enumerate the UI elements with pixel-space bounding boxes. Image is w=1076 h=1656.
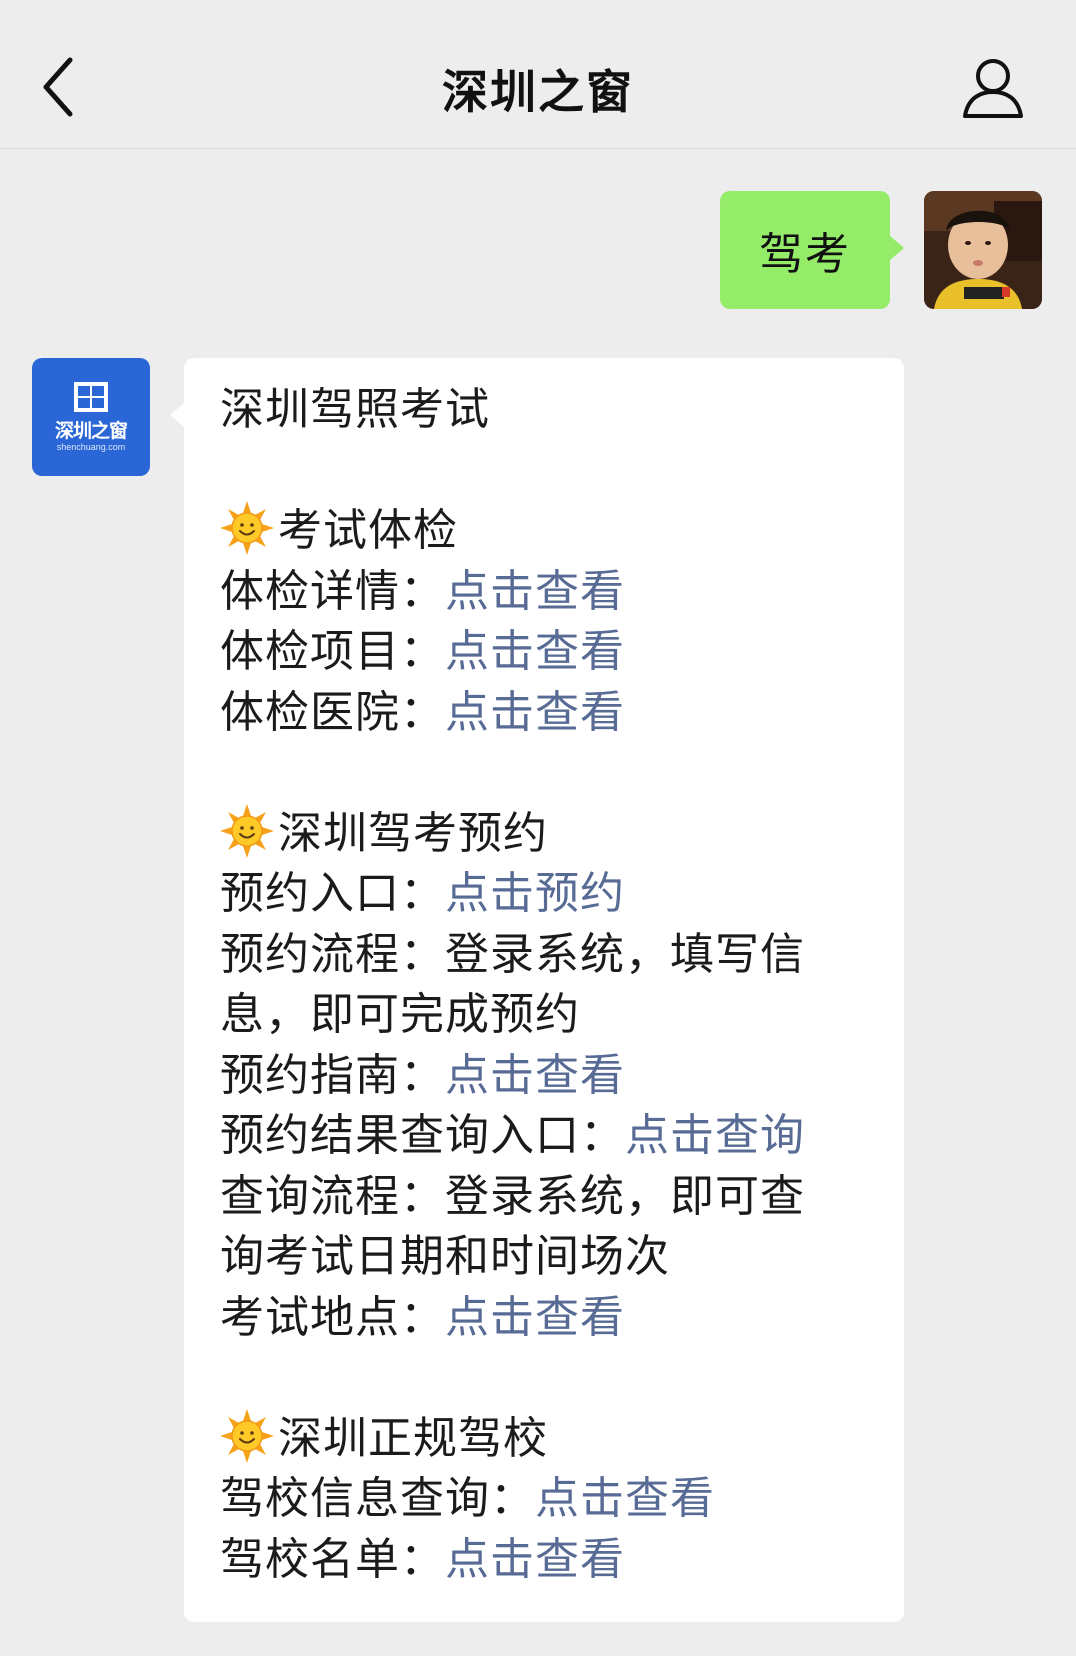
user-avatar[interactable] xyxy=(924,191,1042,309)
bot-avatar[interactable]: 深圳之窗 shenchuang.com xyxy=(32,358,150,476)
list-item: 询考试日期和时间场次 xyxy=(220,1231,670,1282)
section-heading: 考试体检 xyxy=(220,501,880,562)
list-item: 预约流程：登录系统，填写信 xyxy=(220,928,805,980)
link-exam-checkup-hospitals[interactable]: 点击查看 xyxy=(445,687,625,738)
bot-logo-domain: shenchuang.com xyxy=(56,442,126,452)
incoming-message: 深圳驾照考试 考试体检 体检详情：点击查看 体检项目：点击查看 体检医院：点击查… xyxy=(170,358,904,1622)
list-item: 预约入口：点击预约 xyxy=(220,868,625,919)
link-exam-checkup-items[interactable]: 点击查看 xyxy=(445,626,625,677)
message-body: 深圳驾照考试 考试体检 体检详情：点击查看 体检项目：点击查看 体检医院：点击查… xyxy=(220,380,880,1590)
list-item: 息，即可完成预约 xyxy=(220,989,580,1040)
sun-emoji-icon xyxy=(220,803,274,858)
list-item: 体检项目：点击查看 xyxy=(220,626,625,677)
link-driving-school-list[interactable]: 点击查看 xyxy=(445,1534,625,1585)
profile-button[interactable] xyxy=(960,56,1026,122)
list-item: 驾校信息查询：点击查看 xyxy=(220,1473,715,1524)
list-item: 预约指南：点击查看 xyxy=(220,1049,625,1101)
bot-logo-text: 深圳之窗 xyxy=(54,421,128,442)
user-avatar-image xyxy=(924,191,1042,309)
list-item: 体检详情：点击查看 xyxy=(220,565,625,617)
list-item: 查询流程：登录系统，即可查 xyxy=(220,1170,805,1222)
list-item: 驾校名单：点击查看 xyxy=(220,1533,625,1585)
nav-header: 深圳之窗 xyxy=(0,0,1076,149)
link-booking-result-query[interactable]: 点击查询 xyxy=(625,1110,805,1161)
section-heading: 深圳驾考预约 xyxy=(220,803,880,865)
link-exam-locations[interactable]: 点击查看 xyxy=(445,1292,625,1343)
list-item: 预约结果查询入口：点击查询 xyxy=(220,1110,805,1161)
sun-emoji-icon xyxy=(220,1408,274,1463)
list-item: 考试地点：点击查看 xyxy=(220,1291,625,1343)
message-title: 深圳驾照考试 xyxy=(220,384,490,435)
section-heading: 深圳正规驾校 xyxy=(220,1408,880,1470)
outgoing-message-text: 驾考 xyxy=(759,229,851,280)
link-exam-checkup-details[interactable]: 点击查看 xyxy=(445,566,625,617)
profile-icon xyxy=(963,59,1023,118)
link-booking-entry[interactable]: 点击预约 xyxy=(445,868,625,919)
link-driving-school-info[interactable]: 点击查看 xyxy=(535,1473,715,1524)
list-item: 体检医院：点击查看 xyxy=(220,686,625,738)
sun-emoji-icon xyxy=(220,501,274,555)
link-booking-guide[interactable]: 点击查看 xyxy=(445,1050,625,1101)
outgoing-message[interactable]: 驾考 xyxy=(720,191,904,309)
page-title: 深圳之窗 xyxy=(442,65,634,119)
